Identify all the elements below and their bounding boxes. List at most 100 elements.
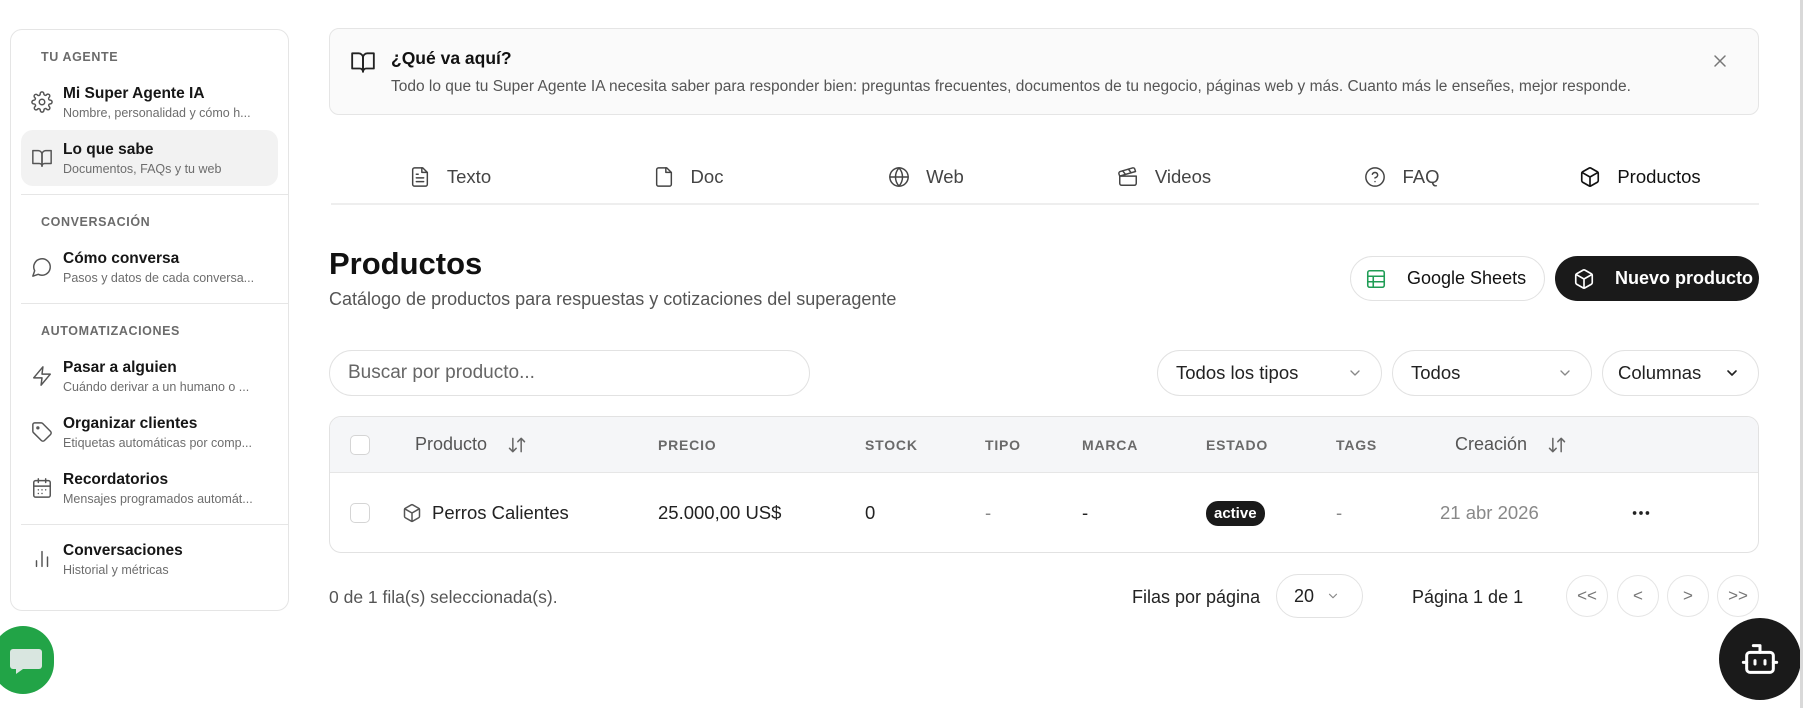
header-cell-brand: MARCA [1082,436,1139,453]
tab-label: FAQ [1402,165,1440,187]
new-product-button[interactable]: Nuevo producto [1555,256,1759,301]
google-sheets-button[interactable]: Google Sheets [1350,256,1545,301]
tab-doc[interactable]: Doc [569,150,807,203]
sidebar-item-conversaciones[interactable]: Conversaciones Historial y métricas [21,531,278,587]
assistant-bot-button[interactable] [1719,618,1801,700]
selected-rows-count: 0 de 1 fila(s) seleccionada(s). [329,587,558,607]
select-all-checkbox[interactable] [350,434,370,455]
document-icon [655,166,672,187]
sidebar-item-label: Organizar clientes [63,414,198,432]
rows-per-page-select[interactable]: 20 [1276,574,1363,618]
row-cell-tags: - [1336,502,1343,523]
columns-label: Columnas [1618,362,1702,383]
sidebar: TU AGENTE Mi Super Agente IA Nombre, per… [10,29,289,611]
header-cell-select [350,417,370,472]
knowledge-tabs: Texto Doc Web Videos FAQ Productos [331,150,1759,205]
tab-faq[interactable]: FAQ [1283,150,1521,203]
sidebar-divider [21,524,288,525]
lightning-icon [33,366,51,386]
tab-web[interactable]: Web [807,150,1045,203]
type-filter-select[interactable]: Todos los tipos [1157,350,1382,396]
next-page-button[interactable]: > [1667,575,1709,617]
tab-label: Texto [446,165,492,187]
header-cell-product[interactable]: Producto [415,417,527,472]
row-cell-type: - [985,502,992,523]
sidebar-item-description: Documentos, FAQs y tu web [63,161,222,176]
section-title-conversacion: CONVERSACIÓN [41,215,151,229]
section-title-tu-agente: TU AGENTE [41,50,119,64]
row-cell-created: 21 abr 2026 [1440,502,1539,523]
columns-button[interactable]: Columnas [1602,350,1759,396]
sidebar-item-organizar-clientes[interactable]: Organizar clientes Etiquetas automáticas… [21,404,278,460]
sidebar-item-description: Etiquetas automáticas por comp... [63,435,252,450]
row-cell-product: Perros Calientes [402,473,569,552]
sidebar-item-mi-super-agente[interactable]: Mi Super Agente IA Nombre, personalidad … [21,74,278,130]
rows-per-page-label: Filas por página [1132,587,1261,607]
sidebar-divider [21,194,288,195]
chat-icon [10,649,42,674]
google-sheets-label: Google Sheets [1407,268,1527,288]
sidebar-item-label: Pasar a alguien [63,358,177,376]
sidebar-divider [21,303,288,304]
header-cell-type: TIPO [985,436,1021,453]
close-icon[interactable] [1710,51,1730,71]
sidebar-item-description: Mensajes programados automát... [63,491,253,506]
text-file-icon [411,166,428,187]
chat-widget-button[interactable] [0,626,54,694]
row-cell-price: 25.000,00 US$ [658,502,782,523]
search-input[interactable] [329,350,810,396]
tab-texto[interactable]: Texto [331,150,569,203]
more-horizontal-icon[interactable] [1630,502,1652,524]
status-filter-value: Todos [1411,362,1461,383]
sidebar-item-description: Pasos y datos de cada conversa... [63,270,255,285]
status-filter-select[interactable]: Todos [1392,350,1592,396]
chat-bubble-icon [32,258,51,277]
sidebar-item-description: Cuándo derivar a un humano o ... [63,379,250,394]
prev-page-button[interactable]: < [1617,575,1659,617]
sidebar-item-description: Nombre, personalidad y cómo h... [63,105,251,120]
sidebar-item-pasar-a-alguien[interactable]: Pasar a alguien Cuándo derivar a un huma… [21,348,278,404]
sidebar-item-description: Historial y métricas [63,562,169,577]
header-label-product: Producto [415,434,488,454]
tab-productos[interactable]: Productos [1521,150,1759,203]
package-icon [1574,268,1594,289]
chevron-down-icon [1328,593,1338,599]
package-icon [1581,166,1600,187]
last-page-button[interactable]: >> [1717,575,1759,617]
header-cell-price: PRECIO [658,436,717,453]
calendar-icon [33,478,51,498]
section-title-automatizaciones: AUTOMATIZACIONES [41,324,180,338]
sidebar-item-label: Conversaciones [63,541,183,559]
first-page-button[interactable]: << [1566,575,1608,617]
clapperboard-icon [1118,166,1137,186]
sidebar-item-lo-que-sabe[interactable]: Lo que sabe Documentos, FAQs y tu web [21,130,278,186]
bar-chart-icon [35,550,49,568]
banner-text: Todo lo que tu Super Agente IA necesita … [391,78,1631,95]
page-subtitle: Catálogo de productos para respuestas y … [329,289,897,309]
book-open-icon [351,52,375,73]
banner-title: ¿Qué va aquí? [391,48,512,68]
sidebar-item-recordatorios[interactable]: Recordatorios Mensajes programados autom… [21,460,278,516]
sidebar-item-como-conversa[interactable]: Cómo conversa Pasos y datos de cada conv… [21,239,278,295]
package-icon [403,503,421,523]
status-badge: active [1206,500,1265,526]
tab-label: Web [926,165,964,187]
tab-videos[interactable]: Videos [1045,150,1283,203]
row-cell-select [350,473,370,552]
tab-label: Videos [1154,165,1212,187]
header-cell-created[interactable]: Creación [1455,417,1567,472]
chevron-down-icon [1727,370,1737,376]
sidebar-item-label: Lo que sabe [63,140,154,158]
bot-icon [1741,644,1779,674]
header-cell-status: ESTADO [1206,436,1269,453]
row-cell-actions [1630,473,1652,552]
spreadsheet-icon [1366,269,1386,288]
table-row[interactable]: Perros Calientes 25.000,00 US$ 0 - - act… [330,473,1758,552]
sidebar-item-label: Recordatorios [63,470,169,488]
row-checkbox[interactable] [350,503,370,523]
page-title: Productos [329,246,483,281]
book-icon [32,149,52,167]
globe-icon [889,166,910,187]
row-cell-status: active [1206,473,1265,552]
sort-icon [508,437,526,452]
